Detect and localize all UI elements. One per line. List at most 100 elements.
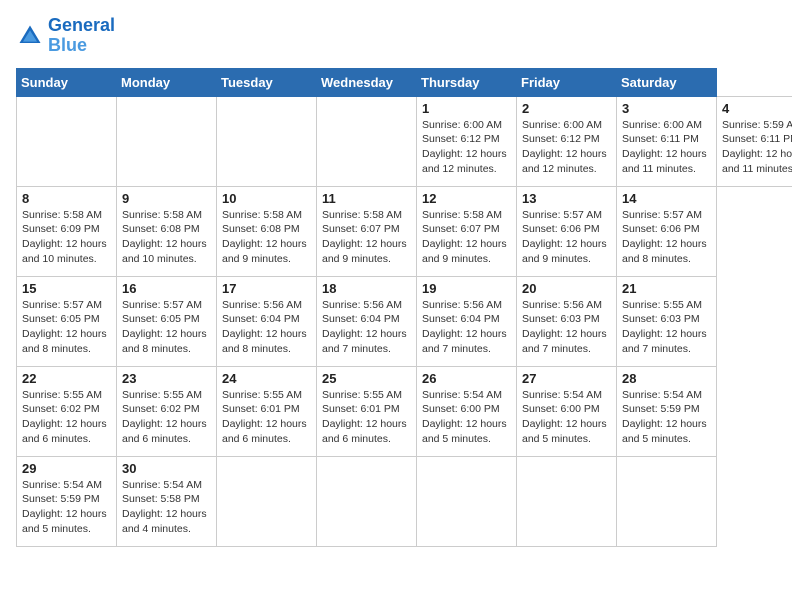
day-info: Sunrise: 6:00 AMSunset: 6:12 PMDaylight:… [422,119,507,175]
day-info: Sunrise: 5:57 AMSunset: 6:06 PMDaylight:… [622,209,707,265]
calendar-cell: 15 Sunrise: 5:57 AMSunset: 6:05 PMDaylig… [17,276,117,366]
calendar-cell: 29 Sunrise: 5:54 AMSunset: 5:59 PMDaylig… [17,456,117,546]
day-number: 13 [522,191,611,206]
day-number: 22 [22,371,111,386]
calendar-cell [417,456,517,546]
day-number: 18 [322,281,411,296]
day-number: 29 [22,461,111,476]
day-info: Sunrise: 5:55 AMSunset: 6:02 PMDaylight:… [22,389,107,445]
day-info: Sunrise: 5:58 AMSunset: 6:07 PMDaylight:… [322,209,407,265]
day-info: Sunrise: 5:58 AMSunset: 6:08 PMDaylight:… [122,209,207,265]
day-info: Sunrise: 6:00 AMSunset: 6:11 PMDaylight:… [622,119,707,175]
weekday-header-monday: Monday [117,68,217,96]
calendar-cell [117,96,217,186]
day-info: Sunrise: 5:56 AMSunset: 6:03 PMDaylight:… [522,299,607,355]
day-info: Sunrise: 5:57 AMSunset: 6:05 PMDaylight:… [122,299,207,355]
calendar-cell: 8 Sunrise: 5:58 AMSunset: 6:09 PMDayligh… [17,186,117,276]
calendar-cell [17,96,117,186]
calendar-cell: 16 Sunrise: 5:57 AMSunset: 6:05 PMDaylig… [117,276,217,366]
weekday-header-sunday: Sunday [17,68,117,96]
calendar-cell: 21 Sunrise: 5:55 AMSunset: 6:03 PMDaylig… [617,276,717,366]
page-header: General Blue [16,16,776,56]
day-number: 24 [222,371,311,386]
day-info: Sunrise: 5:55 AMSunset: 6:01 PMDaylight:… [222,389,307,445]
day-number: 14 [622,191,711,206]
day-info: Sunrise: 5:54 AMSunset: 6:00 PMDaylight:… [422,389,507,445]
calendar-cell [217,96,317,186]
calendar-cell [317,96,417,186]
weekday-header-saturday: Saturday [617,68,717,96]
calendar-cell: 17 Sunrise: 5:56 AMSunset: 6:04 PMDaylig… [217,276,317,366]
day-info: Sunrise: 5:55 AMSunset: 6:01 PMDaylight:… [322,389,407,445]
day-info: Sunrise: 5:58 AMSunset: 6:09 PMDaylight:… [22,209,107,265]
day-info: Sunrise: 5:54 AMSunset: 5:59 PMDaylight:… [22,479,107,535]
calendar-cell [317,456,417,546]
day-info: Sunrise: 5:58 AMSunset: 6:08 PMDaylight:… [222,209,307,265]
day-info: Sunrise: 5:54 AMSunset: 5:58 PMDaylight:… [122,479,207,535]
day-info: Sunrise: 5:55 AMSunset: 6:02 PMDaylight:… [122,389,207,445]
day-number: 30 [122,461,211,476]
calendar-cell: 3 Sunrise: 6:00 AMSunset: 6:11 PMDayligh… [617,96,717,186]
calendar-cell: 20 Sunrise: 5:56 AMSunset: 6:03 PMDaylig… [517,276,617,366]
day-number: 1 [422,101,511,116]
calendar-table: SundayMondayTuesdayWednesdayThursdayFrid… [16,68,792,547]
calendar-cell [517,456,617,546]
calendar-cell: 26 Sunrise: 5:54 AMSunset: 6:00 PMDaylig… [417,366,517,456]
calendar-cell: 28 Sunrise: 5:54 AMSunset: 5:59 PMDaylig… [617,366,717,456]
day-info: Sunrise: 5:57 AMSunset: 6:05 PMDaylight:… [22,299,107,355]
day-number: 11 [322,191,411,206]
day-number: 2 [522,101,611,116]
weekday-header-tuesday: Tuesday [217,68,317,96]
calendar-cell: 2 Sunrise: 6:00 AMSunset: 6:12 PMDayligh… [517,96,617,186]
calendar-cell: 11 Sunrise: 5:58 AMSunset: 6:07 PMDaylig… [317,186,417,276]
day-number: 27 [522,371,611,386]
day-info: Sunrise: 5:56 AMSunset: 6:04 PMDaylight:… [222,299,307,355]
day-info: Sunrise: 5:54 AMSunset: 5:59 PMDaylight:… [622,389,707,445]
day-number: 15 [22,281,111,296]
calendar-cell: 24 Sunrise: 5:55 AMSunset: 6:01 PMDaylig… [217,366,317,456]
calendar-cell: 1 Sunrise: 6:00 AMSunset: 6:12 PMDayligh… [417,96,517,186]
day-number: 28 [622,371,711,386]
calendar-cell: 23 Sunrise: 5:55 AMSunset: 6:02 PMDaylig… [117,366,217,456]
day-number: 21 [622,281,711,296]
logo-text: General Blue [48,16,115,56]
day-number: 25 [322,371,411,386]
calendar-cell: 13 Sunrise: 5:57 AMSunset: 6:06 PMDaylig… [517,186,617,276]
calendar-week-5: 29 Sunrise: 5:54 AMSunset: 5:59 PMDaylig… [17,456,792,546]
day-info: Sunrise: 5:59 AMSunset: 6:11 PMDaylight:… [722,119,792,175]
calendar-week-2: 8 Sunrise: 5:58 AMSunset: 6:09 PMDayligh… [17,186,792,276]
day-number: 4 [722,101,792,116]
logo-icon [16,22,44,50]
weekday-header-friday: Friday [517,68,617,96]
calendar-cell: 18 Sunrise: 5:56 AMSunset: 6:04 PMDaylig… [317,276,417,366]
calendar-cell: 10 Sunrise: 5:58 AMSunset: 6:08 PMDaylig… [217,186,317,276]
calendar-week-4: 22 Sunrise: 5:55 AMSunset: 6:02 PMDaylig… [17,366,792,456]
day-info: Sunrise: 5:57 AMSunset: 6:06 PMDaylight:… [522,209,607,265]
calendar-cell: 19 Sunrise: 5:56 AMSunset: 6:04 PMDaylig… [417,276,517,366]
day-number: 10 [222,191,311,206]
calendar-cell: 25 Sunrise: 5:55 AMSunset: 6:01 PMDaylig… [317,366,417,456]
calendar-cell: 30 Sunrise: 5:54 AMSunset: 5:58 PMDaylig… [117,456,217,546]
day-number: 16 [122,281,211,296]
calendar-cell: 12 Sunrise: 5:58 AMSunset: 6:07 PMDaylig… [417,186,517,276]
calendar-cell: 4 Sunrise: 5:59 AMSunset: 6:11 PMDayligh… [717,96,792,186]
day-info: Sunrise: 5:58 AMSunset: 6:07 PMDaylight:… [422,209,507,265]
day-number: 3 [622,101,711,116]
calendar-cell [617,456,717,546]
day-info: Sunrise: 5:56 AMSunset: 6:04 PMDaylight:… [422,299,507,355]
calendar-cell: 27 Sunrise: 5:54 AMSunset: 6:00 PMDaylig… [517,366,617,456]
day-info: Sunrise: 6:00 AMSunset: 6:12 PMDaylight:… [522,119,607,175]
calendar-cell: 22 Sunrise: 5:55 AMSunset: 6:02 PMDaylig… [17,366,117,456]
calendar-cell: 9 Sunrise: 5:58 AMSunset: 6:08 PMDayligh… [117,186,217,276]
calendar-week-3: 15 Sunrise: 5:57 AMSunset: 6:05 PMDaylig… [17,276,792,366]
day-number: 8 [22,191,111,206]
weekday-header-wednesday: Wednesday [317,68,417,96]
day-info: Sunrise: 5:56 AMSunset: 6:04 PMDaylight:… [322,299,407,355]
day-number: 17 [222,281,311,296]
day-info: Sunrise: 5:55 AMSunset: 6:03 PMDaylight:… [622,299,707,355]
day-number: 9 [122,191,211,206]
day-info: Sunrise: 5:54 AMSunset: 6:00 PMDaylight:… [522,389,607,445]
logo: General Blue [16,16,115,56]
day-number: 23 [122,371,211,386]
day-number: 12 [422,191,511,206]
